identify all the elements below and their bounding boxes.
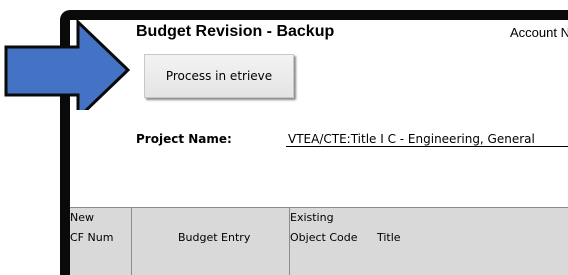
- header-title-label: Title: [377, 231, 401, 244]
- process-button-label: Process in etrieve: [165, 69, 273, 83]
- header-cell-existing[interactable]: Existing Object Code Title: [290, 208, 568, 275]
- sheet-title: Budget Revision - Backup: [136, 23, 335, 40]
- header-object-code-label: Object Code: [290, 231, 358, 244]
- right-arrow-shape: [4, 18, 131, 110]
- header-cell-new-cf-num[interactable]: New CF Num: [70, 208, 132, 275]
- header-budget-entry-label: Budget Entry: [178, 231, 251, 244]
- header-cell-budget-entry[interactable]: Budget Entry: [132, 208, 290, 275]
- project-name-label: Project Name:: [136, 132, 232, 146]
- project-name-underline: [286, 146, 568, 147]
- project-name-value[interactable]: VTEA/CTE:Title I C - Engineering, Genera…: [288, 132, 535, 146]
- spreadsheet-view: Budget Revision - Backup Account N Proce…: [0, 0, 568, 275]
- right-arrow-icon: [4, 18, 131, 110]
- header-cf-num-label: CF Num: [70, 231, 114, 244]
- account-label: Account N: [510, 25, 568, 40]
- process-in-etrieve-button[interactable]: Process in etrieve: [144, 54, 294, 98]
- header-new-label: New: [70, 211, 94, 224]
- header-existing-label: Existing: [290, 211, 334, 224]
